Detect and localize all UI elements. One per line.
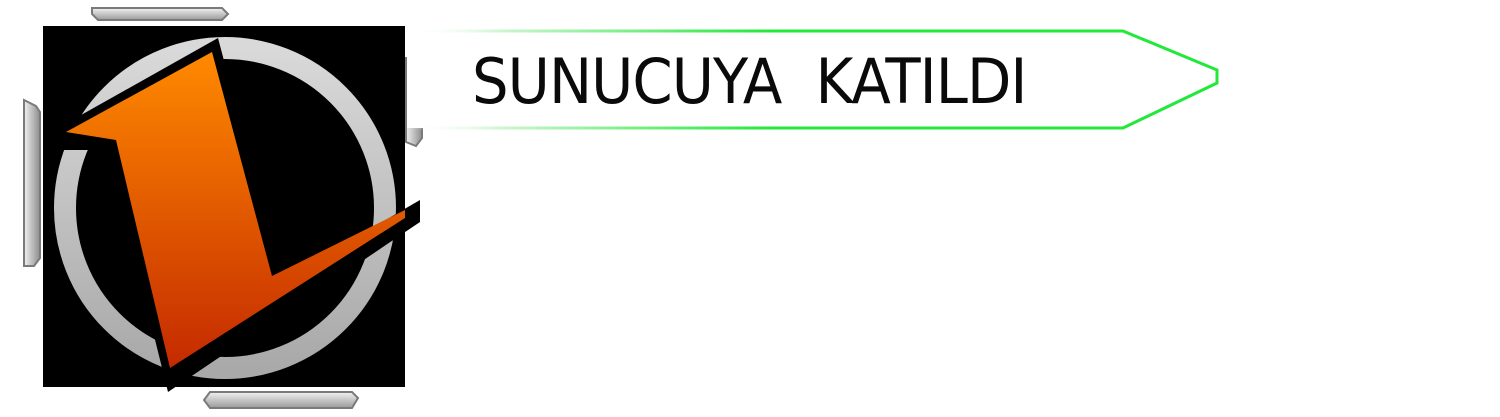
frame-tab-top — [91, 7, 230, 21]
frame-tab-left — [23, 98, 41, 267]
avatar-frame — [0, 0, 440, 417]
frame-tab-bottom — [202, 391, 360, 409]
join-notification: SUNUCUYA KATILDI — [0, 0, 1500, 417]
notification-banner: SUNUCUYA KATILDI — [405, 28, 1225, 134]
join-message: SUNUCUYA KATILDI — [472, 45, 1027, 118]
